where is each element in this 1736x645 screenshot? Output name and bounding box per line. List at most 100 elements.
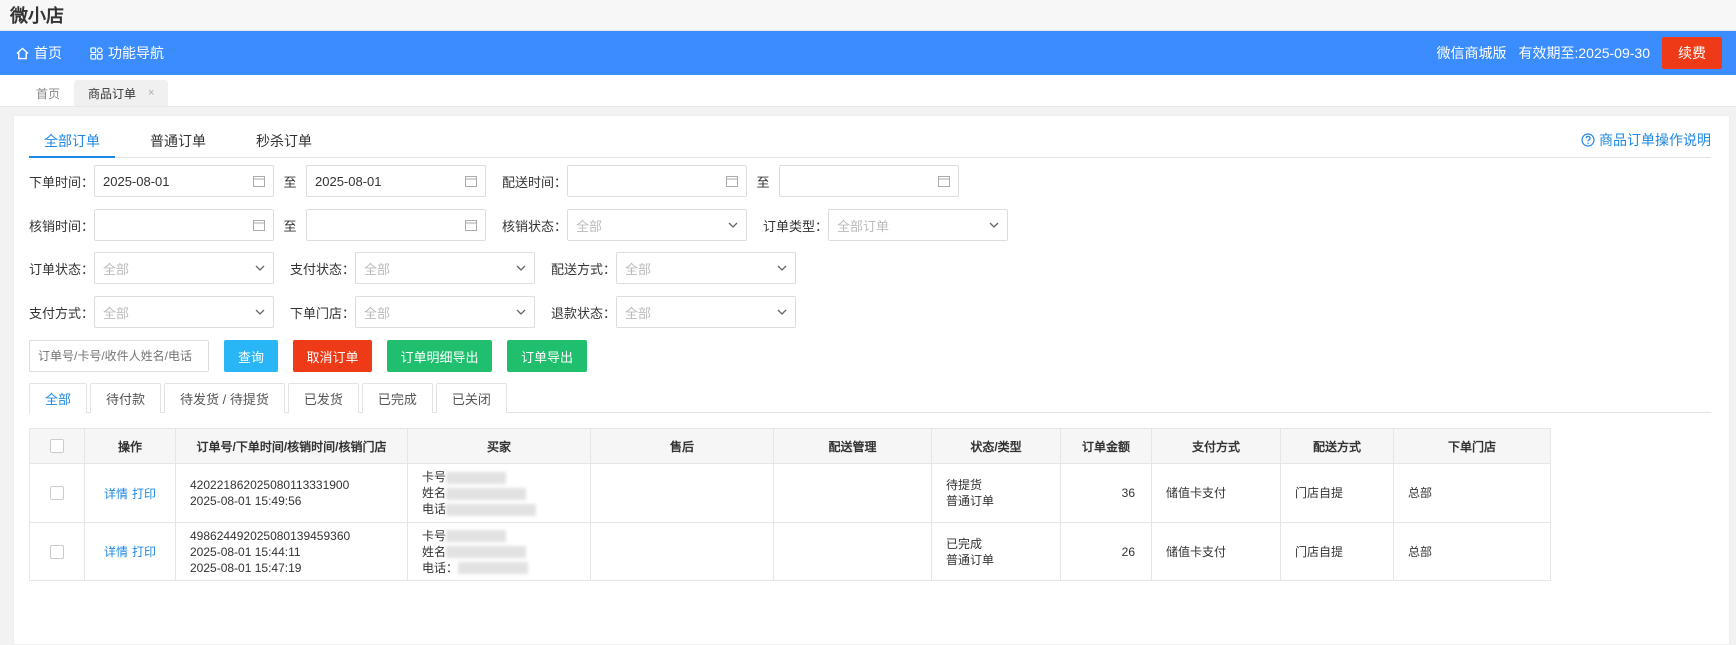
col-ops: 操作 [84, 428, 176, 464]
refund-status-label: 退款状态： [551, 305, 617, 321]
buyer-card: 卡号 [422, 528, 590, 544]
redacted-block [446, 471, 507, 484]
calendar-icon [465, 176, 478, 187]
order-time-to-input[interactable]: 2025-08-01 [306, 165, 487, 197]
order-number: 420221862025080113331900 [190, 478, 350, 492]
title-bar: 微小店 [0, 0, 1736, 31]
export-detail-button[interactable]: 订单明细导出 [387, 340, 492, 372]
detail-link[interactable]: 详情 [104, 545, 128, 559]
status-tab-completed[interactable]: 已完成 [361, 383, 433, 413]
print-link[interactable]: 打印 [132, 487, 156, 501]
col-buyer: 买家 [407, 428, 591, 464]
calendar-icon [253, 220, 266, 231]
delivery-manage-cell [773, 463, 932, 523]
order-status: 待提货 [946, 478, 983, 492]
chevron-down-icon [255, 265, 265, 271]
verify-time-from-input[interactable] [94, 209, 275, 241]
order-type: 普通订单 [946, 494, 995, 508]
order-store: 总部 [1393, 463, 1551, 523]
status-tab-all[interactable]: 全部 [29, 383, 88, 414]
help-link[interactable]: 商品订单操作说明 [1581, 130, 1711, 150]
close-icon[interactable]: × [148, 87, 154, 99]
table-header-row: 操作 订单号/下单时间/核销时间/核销门店 买家 售后 配送管理 状态/类型 订… [29, 428, 1551, 464]
to-label: 至 [283, 174, 297, 190]
pay-method-label: 支付方式： [29, 305, 95, 321]
col-pay-method: 支付方式 [1151, 428, 1281, 464]
order-type-select[interactable]: 全部订单 [828, 209, 1009, 241]
order-amount: 36 [1060, 463, 1152, 523]
tab-all-orders[interactable]: 全部订单 [29, 128, 115, 158]
col-status: 状态/类型 [931, 428, 1061, 464]
col-delivery-method: 配送方式 [1280, 428, 1394, 464]
delivery-manage-cell [773, 522, 932, 581]
redacted-block [446, 530, 507, 543]
delivery-method: 门店自提 [1280, 522, 1394, 581]
nav-home[interactable]: 首页 [16, 43, 62, 63]
query-button[interactable]: 查询 [224, 340, 278, 372]
store-select[interactable]: 全部 [355, 296, 536, 328]
chevron-down-icon [777, 309, 787, 315]
filter-row-2: 核销时间： 至 核销状态： 全部 订单类型： 全部订单 [29, 209, 1009, 241]
delivery-method-select[interactable]: 全部 [616, 252, 797, 284]
buyer-name: 姓名 [422, 544, 590, 560]
question-icon [1581, 133, 1595, 147]
chevron-down-icon [255, 309, 265, 315]
chevron-down-icon [516, 309, 526, 315]
verify-time-to-input[interactable] [306, 209, 487, 241]
nav-function[interactable]: 功能导航 [90, 43, 164, 63]
cancel-order-button[interactable]: 取消订单 [293, 340, 372, 372]
delivery-time-from-input[interactable] [567, 165, 748, 197]
status-tab-to-ship[interactable]: 待发货 / 待提货 [164, 383, 285, 413]
aftersale-cell [590, 522, 774, 581]
status-tab-closed[interactable]: 已关闭 [435, 383, 507, 413]
top-nav: 首页 功能导航 微信商城版 有效期至:2025-09-30 续费 [0, 31, 1736, 75]
order-type-tabs: 全部订单 普通订单 秒杀订单 商品订单操作说明 [29, 128, 1711, 158]
pay-method-select[interactable]: 全部 [94, 296, 275, 328]
row-checkbox[interactable] [50, 486, 64, 500]
detail-link[interactable]: 详情 [104, 487, 128, 501]
table-row: 详情 打印 420221862025080113331900 2025-08-01… [29, 463, 1551, 523]
filter-row-4: 支付方式： 全部 下单门店： 全部 退款状态： 全部 [29, 296, 797, 328]
delivery-method-label: 配送方式： [551, 261, 617, 277]
tab-normal-orders[interactable]: 普通订单 [135, 128, 221, 158]
col-order-info: 订单号/下单时间/核销时间/核销门店 [175, 428, 408, 464]
expire-label: 有效期至:2025-09-30 [1518, 45, 1650, 61]
pay-method: 储值卡支付 [1151, 463, 1281, 523]
order-time-from-input[interactable]: 2025-08-01 [94, 165, 275, 197]
tab-flash-orders[interactable]: 秒杀订单 [241, 128, 327, 158]
page-tab-strip: 首页 商品订单 × [0, 75, 1736, 107]
chevron-down-icon [728, 222, 738, 228]
chevron-down-icon [516, 265, 526, 271]
chevron-down-icon [989, 222, 999, 228]
verify-status-label: 核销状态： [502, 218, 568, 234]
print-link[interactable]: 打印 [132, 545, 156, 559]
delivery-time-label: 配送时间： [502, 174, 568, 190]
select-all-cell [29, 428, 85, 464]
app-title: 微小店 [10, 6, 64, 26]
search-input[interactable] [29, 340, 209, 372]
order-type-label: 订单类型： [763, 218, 829, 234]
row-checkbox[interactable] [50, 544, 64, 559]
filter-row-1: 下单时间： 2025-08-01 至 2025-08-01 配送时间： 至 [29, 165, 960, 197]
calendar-icon [253, 176, 266, 187]
redacted-block [446, 503, 537, 516]
pay-status-select[interactable]: 全部 [355, 252, 536, 284]
refund-status-select[interactable]: 全部 [616, 296, 797, 328]
buyer-phone: 电话 [422, 501, 590, 517]
page-tab-home[interactable]: 首页 [22, 80, 74, 106]
order-status-select[interactable]: 全部 [94, 252, 275, 284]
export-button[interactable]: 订单导出 [507, 340, 587, 372]
order-time: 2025-08-01 15:44:11 [190, 544, 301, 559]
orders-table: 操作 订单号/下单时间/核销时间/核销门店 买家 售后 配送管理 状态/类型 订… [29, 428, 1551, 581]
page-tab-orders[interactable]: 商品订单 × [74, 80, 169, 106]
delivery-time-to-input[interactable] [779, 165, 960, 197]
to-label: 至 [283, 218, 297, 234]
apps-icon [90, 46, 103, 60]
pay-method: 储值卡支付 [1151, 522, 1281, 581]
status-tab-unpaid[interactable]: 待付款 [90, 383, 162, 413]
order-store: 总部 [1393, 522, 1551, 581]
renew-button[interactable]: 续费 [1662, 37, 1722, 69]
status-tab-shipped[interactable]: 已发货 [287, 383, 359, 413]
select-all-checkbox[interactable] [50, 439, 64, 453]
verify-status-select[interactable]: 全部 [567, 209, 748, 241]
